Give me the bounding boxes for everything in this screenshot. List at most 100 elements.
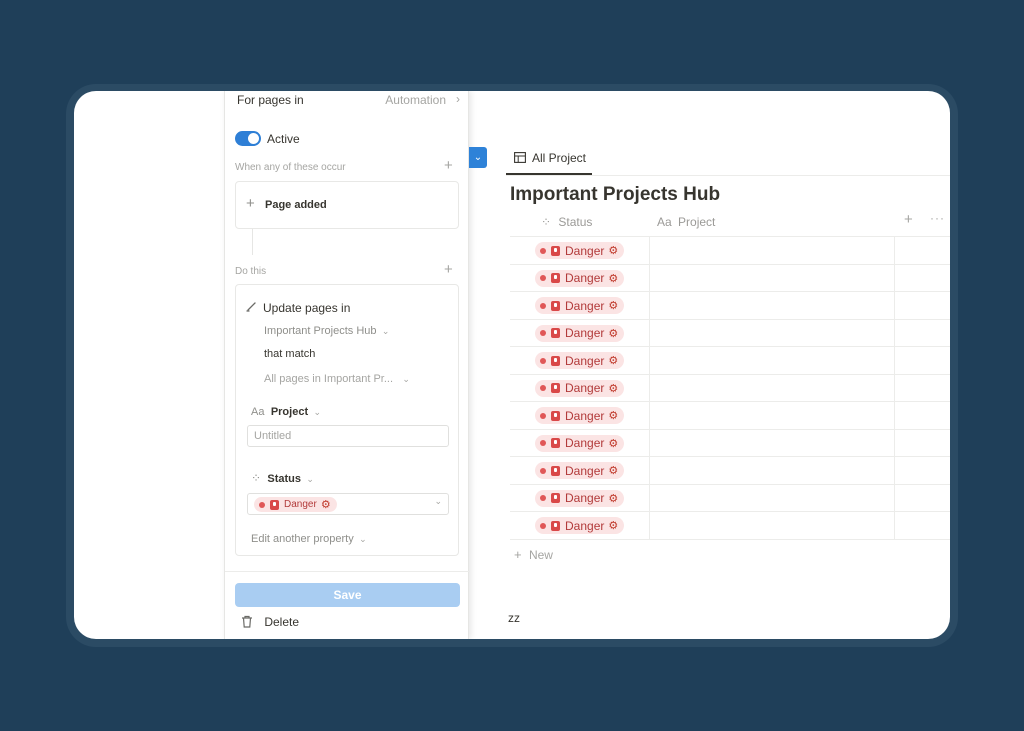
project-property-label[interactable]: Aa Project ⌄ xyxy=(251,404,321,418)
project-label: Project xyxy=(270,406,309,418)
chevron-down-icon: ⌄ xyxy=(306,474,314,484)
dot-icon xyxy=(540,495,546,501)
status-icon: ⁘ xyxy=(541,215,552,229)
pencil-icon xyxy=(246,302,256,312)
status-cell[interactable]: Danger ⚙ xyxy=(510,512,650,539)
dot-icon xyxy=(540,302,546,309)
project-cell[interactable] xyxy=(650,264,895,291)
status-tag: Danger ⚙ xyxy=(535,462,625,479)
tab-divider xyxy=(506,175,950,176)
update-label: Update pages in xyxy=(263,301,351,315)
automation-panel: For pages in Automation › Active When an… xyxy=(224,91,470,639)
gear-icon: ⚙ xyxy=(608,300,619,312)
status-cell[interactable]: Danger ⚙ xyxy=(510,319,650,346)
gear-icon: ⚙ xyxy=(608,382,619,395)
action-header: Do this xyxy=(235,266,267,277)
tab-all-project[interactable]: All Project xyxy=(508,149,592,173)
status-property-label[interactable]: ⁘ Status ⌄ xyxy=(251,471,314,485)
status-cell[interactable]: Danger ⚙ xyxy=(510,264,650,291)
status-cell[interactable]: Danger ⚙ xyxy=(510,457,650,484)
chevron-down-icon[interactable]: ⌄ xyxy=(469,147,487,168)
project-cell[interactable] xyxy=(650,347,895,374)
table-row[interactable]: Danger ⚙ xyxy=(510,402,950,430)
status-tag-label: Danger xyxy=(565,408,605,423)
trigger-item: Page added xyxy=(265,199,327,211)
table-row[interactable]: Danger ⚙ xyxy=(510,347,950,375)
edit-another-label: Edit another property xyxy=(251,533,354,545)
status-cell[interactable]: Danger ⚙ xyxy=(510,292,650,319)
plus-icon[interactable]: + xyxy=(444,157,453,174)
filter-select[interactable]: All pages in Important Pr... ⌄ xyxy=(264,371,410,385)
project-cell[interactable] xyxy=(650,237,895,264)
more-icon[interactable]: ··· xyxy=(930,211,945,225)
database-select[interactable]: Important Projects Hub ⌄ xyxy=(264,323,389,337)
table-row[interactable]: Danger ⚙ xyxy=(510,484,950,512)
project-cell[interactable] xyxy=(650,292,895,319)
project-cell[interactable] xyxy=(650,512,895,539)
table-row[interactable]: Danger ⚙ xyxy=(510,319,950,347)
table-row[interactable]: Danger ⚙ xyxy=(510,237,950,265)
status-tag-label: Danger xyxy=(565,353,605,368)
status-tag: Danger ⚙ xyxy=(535,379,625,397)
chevron-down-icon: ⌄ xyxy=(402,374,410,384)
chevron-down-icon: ⌄ xyxy=(381,326,390,336)
table-row[interactable]: Danger ⚙ xyxy=(510,374,950,402)
plus-icon[interactable]: + xyxy=(444,261,453,278)
status-tag: Danger ⚙ xyxy=(535,269,625,287)
alert-icon xyxy=(551,465,560,476)
table-row[interactable]: Danger ⚙ xyxy=(510,264,950,292)
match-label: that match xyxy=(264,348,316,360)
status-select[interactable]: Danger ⚙ ⌄ xyxy=(247,493,449,515)
column-header-project[interactable]: Aa Project xyxy=(657,215,715,235)
delete-button[interactable]: Delete xyxy=(241,615,299,629)
chevron-down-icon: ⌄ xyxy=(313,407,321,417)
column-header-status[interactable]: ⁘ Status xyxy=(541,215,592,235)
status-cell[interactable]: Danger ⚙ xyxy=(510,429,650,456)
gear-icon: ⚙ xyxy=(608,492,619,505)
status-cell[interactable]: Danger ⚙ xyxy=(510,484,650,511)
status-tag-label: Danger xyxy=(565,381,605,395)
active-toggle[interactable] xyxy=(235,131,261,146)
status-tag-label: Danger xyxy=(565,518,605,533)
gear-icon: ⚙ xyxy=(608,520,619,532)
project-cell[interactable] xyxy=(650,429,895,456)
for-pages-row[interactable]: For pages in Automation › xyxy=(237,92,462,109)
table-row[interactable]: Danger ⚙ xyxy=(510,457,950,485)
status-cell[interactable]: Danger ⚙ xyxy=(510,374,650,401)
dot-icon xyxy=(540,247,546,254)
plus-icon: + xyxy=(246,195,255,212)
project-cell[interactable] xyxy=(650,319,895,346)
status-tag: Danger ⚙ xyxy=(535,489,625,507)
column-project-label: Project xyxy=(678,215,716,229)
edit-another-property-button[interactable]: Edit another property ⌄ xyxy=(251,531,367,545)
alert-icon xyxy=(551,520,560,531)
project-cell[interactable] xyxy=(650,402,895,429)
project-cell[interactable] xyxy=(650,484,895,511)
table-body: Danger ⚙ Danger ⚙ Danger ⚙ Danger ⚙ Danger ⚙ Dange… xyxy=(510,237,950,540)
status-cell[interactable]: Danger ⚙ xyxy=(510,347,650,374)
project-placeholder: Untitled xyxy=(254,430,292,442)
project-cell[interactable] xyxy=(650,374,895,401)
table-row[interactable]: Danger ⚙ xyxy=(510,512,950,540)
status-label: Status xyxy=(267,473,302,485)
dot-icon xyxy=(540,275,546,281)
trigger-card[interactable]: + Page added xyxy=(235,181,459,229)
new-row-button[interactable]: + New xyxy=(514,547,553,562)
dot-icon xyxy=(540,412,546,419)
footer-text: zz xyxy=(508,611,520,625)
status-tag-label: Danger xyxy=(565,491,605,505)
table-row[interactable]: Danger ⚙ xyxy=(510,292,950,320)
status-cell[interactable]: Danger ⚙ xyxy=(510,402,650,429)
project-input[interactable]: Untitled xyxy=(247,425,449,447)
save-button[interactable]: Save xyxy=(235,583,460,607)
database-value: Important Projects Hub xyxy=(264,325,377,337)
alert-icon xyxy=(270,499,279,510)
alert-icon xyxy=(551,328,560,338)
alert-icon xyxy=(551,493,560,503)
table-row[interactable]: Danger ⚙ xyxy=(510,429,950,457)
status-cell[interactable]: Danger ⚙ xyxy=(510,237,650,264)
trash-icon xyxy=(242,615,252,628)
plus-icon[interactable]: + xyxy=(904,211,913,228)
project-cell[interactable] xyxy=(650,457,895,484)
status-tag-label: Danger xyxy=(565,271,605,285)
